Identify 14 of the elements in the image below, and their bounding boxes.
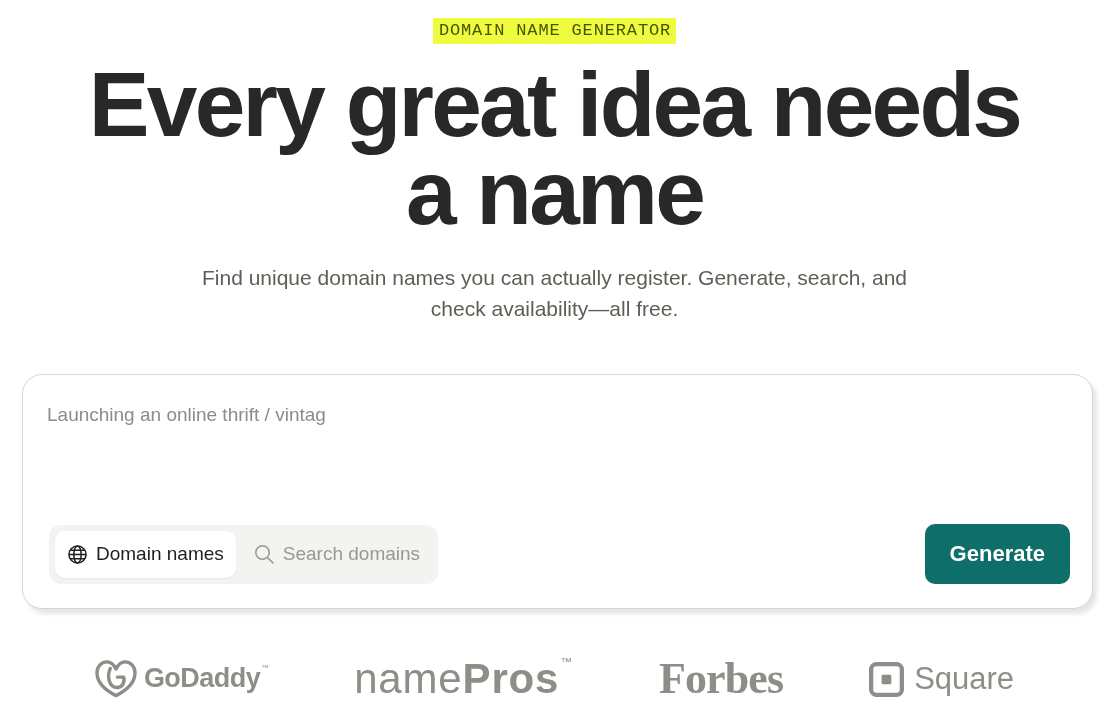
search-icon — [254, 544, 274, 564]
brand-wordmark: Square — [914, 662, 1015, 697]
brand-wordmark: GoDaddy$^{™}$ — [143, 664, 269, 695]
rounded-square-icon — [869, 661, 905, 697]
eyebrow-label: DOMAIN NAME GENERATOR — [432, 18, 677, 44]
generate-button[interactable]: Generate — [924, 524, 1070, 584]
prompt-box[interactable]: Launching an online thrift / vintag Domain names Search domains Generate — [22, 374, 1093, 609]
heart-swirl-icon — [94, 660, 137, 699]
subtitle: Find unique domain names you can actually register. Generate, search, and check availability—all free. — [200, 265, 909, 322]
headline: Every great idea needs a name — [87, 61, 1022, 237]
mode-tab[interactable]: Domain names — [55, 530, 236, 578]
brand-wordmark: namePros$^{™}$ — [354, 656, 573, 703]
brand-wordmark: Forbes — [658, 655, 784, 704]
globe-icon — [68, 544, 87, 564]
